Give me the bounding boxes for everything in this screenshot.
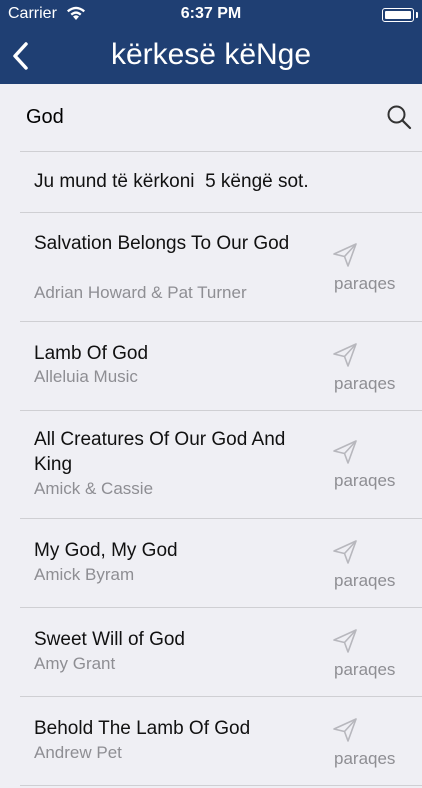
request-button[interactable]: paraqes [330,438,410,510]
song-title: Salvation Belongs To Our God [34,233,290,254]
request-limit-info: Ju mund të kërkoni 5 këngë sot. [20,152,422,213]
paper-plane-icon [333,440,357,464]
status-bar: Carrier 6:37 PM [0,0,422,30]
paper-plane-icon [333,540,357,564]
song-row[interactable]: Behold The Lamb Of God Andrew Pet paraqes [20,696,422,786]
song-row[interactable]: Lamb Of God Alleluia Music paraqes [20,321,422,411]
song-row[interactable]: All Creatures Of Our God And King Amick &… [20,410,422,519]
song-artist: Amick & Cassie [34,479,154,498]
paper-plane-icon [333,343,357,367]
request-label: paraqes [334,471,396,490]
paper-plane-icon [333,718,357,742]
song-title: My God, My God [34,540,178,561]
request-label: paraqes [334,749,396,768]
song-row[interactable]: Salvation Belongs To Our God Adrian Howar… [20,213,422,322]
song-artist: Amick Byram [34,565,135,584]
request-label: paraqes [334,571,396,590]
song-title: All Creatures Of Our God And King [34,429,286,475]
request-button[interactable]: paraqes [330,241,410,313]
song-title: Behold The Lamb Of God [34,718,251,739]
request-button[interactable]: paraqes [330,627,410,699]
status-time: 6:37 PM [180,5,242,22]
paper-plane-icon [333,629,357,653]
paper-plane-icon [333,243,357,267]
search-input[interactable] [26,102,356,132]
search-bar [20,85,422,152]
song-artist: Alleluia Music [34,367,138,386]
request-button[interactable]: paraqes [330,538,410,610]
song-row[interactable]: Sweet Will of God Amy Grant paraqes [20,607,422,697]
request-button[interactable]: paraqes [330,716,410,788]
battery-icon [382,8,418,22]
song-artist: Adrian Howard & Pat Turner [34,283,247,302]
search-icon[interactable] [386,104,412,130]
request-label: paraqes [334,374,396,393]
song-row[interactable]: My God, My God Amick Byram paraqes [20,518,422,608]
song-title: Sweet Will of God [34,629,185,650]
request-label: paraqes [334,274,396,293]
nav-header: Carrier 6:37 PM kërkesë këNge [0,0,422,84]
song-artist: Andrew Pet [34,743,122,762]
song-title: Lamb Of God [34,343,149,364]
page-title: kërkesë këNge [110,38,312,71]
request-button[interactable]: paraqes [330,341,410,413]
request-limit-text: Ju mund të kërkoni 5 këngë sot. [34,171,309,192]
request-label: paraqes [334,660,396,679]
song-artist: Amy Grant [34,654,116,673]
